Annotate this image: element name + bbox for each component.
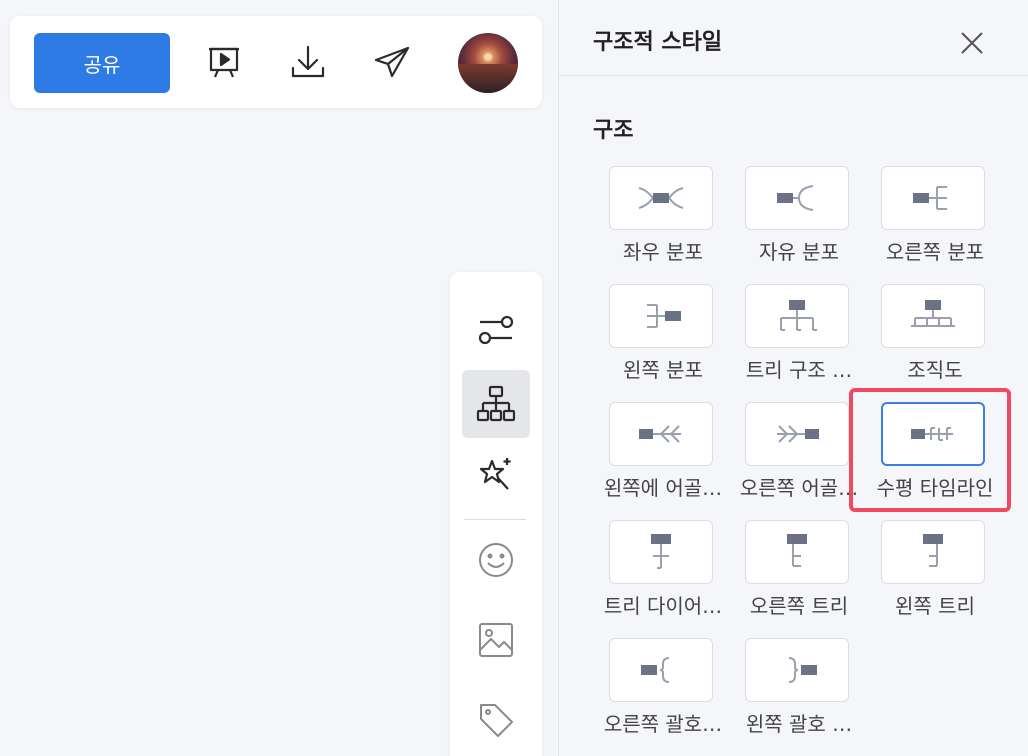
emoji-icon[interactable] <box>462 526 530 594</box>
panel-header: 구조적 스타일 <box>559 0 1028 76</box>
tree-structure-icon <box>745 284 849 348</box>
right-fishbone-icon <box>745 402 849 466</box>
org-chart-icon <box>881 284 985 348</box>
option-label: 자유 분포 <box>759 240 839 264</box>
close-icon[interactable] <box>957 28 987 58</box>
option-label: 왼쪽 트리 <box>895 594 975 618</box>
structure-option-right-tree[interactable]: 오른쪽 트리 <box>731 520 867 630</box>
right-structure-icon <box>881 166 985 230</box>
tree-diagram-icon <box>609 520 713 584</box>
left-fishbone-icon <box>609 402 713 466</box>
section-title: 구조 <box>593 118 634 143</box>
option-label: 왼쪽에 어골… <box>603 476 723 500</box>
structure-option-org-chart[interactable]: 조직도 <box>867 284 1003 394</box>
option-label: 오른쪽 분포 <box>885 240 985 264</box>
right-bracket-icon <box>609 638 713 702</box>
structure-option-free[interactable]: 자유 분포 <box>731 166 867 276</box>
presentation-icon[interactable] <box>200 38 248 86</box>
option-label: 오른쪽 괄호… <box>603 712 723 736</box>
option-label: 수평 타임라인 <box>876 476 994 500</box>
style-settings-icon[interactable] <box>462 296 530 364</box>
option-label: 좌우 분포 <box>623 240 703 264</box>
free-structure-icon <box>745 166 849 230</box>
sidebar-divider <box>464 519 526 520</box>
structure-option-right-fishbone[interactable]: 오른쪽 어골… <box>731 402 867 512</box>
structure-icon[interactable] <box>462 370 530 438</box>
structure-option-left-fishbone[interactable]: 왼쪽에 어골… <box>595 402 731 512</box>
send-icon[interactable] <box>368 38 416 86</box>
structure-option-tree-diagram[interactable]: 트리 다이어… <box>595 520 731 630</box>
option-label: 왼쪽 괄호 … <box>745 712 853 736</box>
structure-style-panel: 구조적 스타일 구조 좌우 분포 자유 분포 오른쪽 분포 왼쪽 분포 트리 구… <box>558 0 1028 756</box>
top-toolbar: 공유 <box>10 16 542 108</box>
avatar[interactable] <box>458 33 518 93</box>
option-label: 트리 구조 … <box>745 358 853 382</box>
left-bracket-icon <box>745 638 849 702</box>
left-tree-icon <box>881 520 985 584</box>
structure-option-horizontal-timeline[interactable]: 수평 타임라인 <box>867 402 1003 512</box>
download-icon[interactable] <box>284 38 332 86</box>
image-icon[interactable] <box>462 606 530 674</box>
structure-option-left-tree[interactable]: 왼쪽 트리 <box>867 520 1003 630</box>
both-sides-structure-icon <box>609 166 713 230</box>
panel-title: 구조적 스타일 <box>593 30 723 55</box>
option-label: 조직도 <box>907 358 963 382</box>
left-structure-icon <box>609 284 713 348</box>
structure-option-left[interactable]: 왼쪽 분포 <box>595 284 731 394</box>
tag-icon[interactable] <box>462 686 530 754</box>
option-label: 오른쪽 어골… <box>739 476 859 500</box>
structure-option-left-bracket[interactable]: 왼쪽 괄호 … <box>731 638 867 748</box>
share-button[interactable]: 공유 <box>34 33 170 93</box>
magic-star-icon[interactable] <box>462 440 530 508</box>
option-label: 트리 다이어… <box>603 594 723 618</box>
structure-option-right-bracket[interactable]: 오른쪽 괄호… <box>595 638 731 748</box>
option-label: 왼쪽 분포 <box>623 358 703 382</box>
option-label: 오른쪽 트리 <box>749 594 849 618</box>
side-toolbar <box>450 272 542 756</box>
horizontal-timeline-icon <box>881 402 985 466</box>
structure-option-right[interactable]: 오른쪽 분포 <box>867 166 1003 276</box>
structure-option-tree[interactable]: 트리 구조 … <box>731 284 867 394</box>
right-tree-icon <box>745 520 849 584</box>
structure-option-both-sides[interactable]: 좌우 분포 <box>595 166 731 276</box>
